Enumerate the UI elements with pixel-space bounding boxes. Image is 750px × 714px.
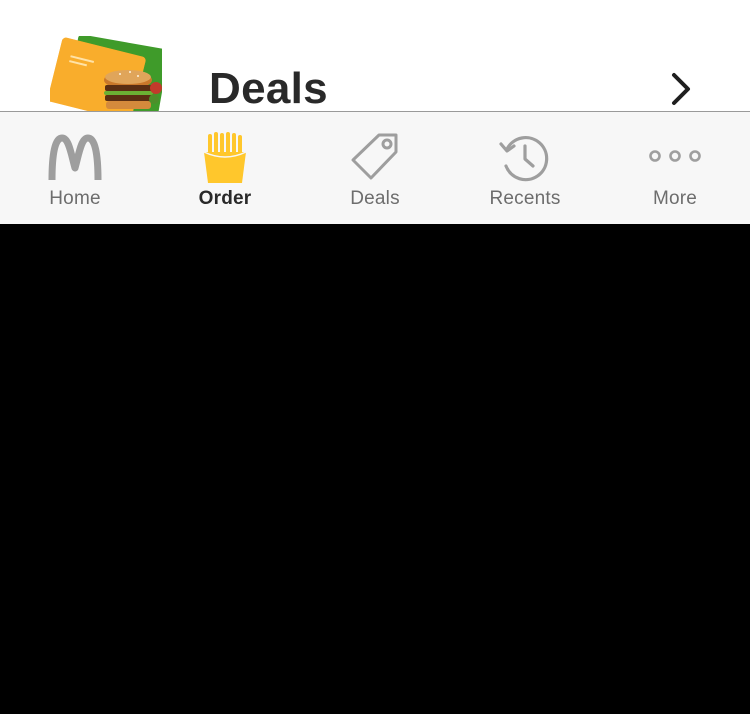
tab-home[interactable]: Home (0, 112, 150, 224)
chevron-right-icon[interactable] (668, 72, 694, 106)
deals-burger-card-image (50, 36, 162, 111)
deals-title: Deals (209, 64, 328, 111)
tab-more[interactable]: More (600, 112, 750, 224)
tab-order[interactable]: Order (150, 112, 300, 224)
tab-deals[interactable]: Deals (300, 112, 450, 224)
tag-icon (351, 133, 398, 180)
fries-icon (203, 132, 247, 183)
tab-recents-label: Recents (489, 188, 561, 209)
tab-deals-label: Deals (350, 188, 400, 209)
more-dots-icon (649, 150, 701, 162)
history-icon (499, 136, 549, 182)
tab-order-label: Order (198, 188, 252, 209)
deals-row[interactable]: Deals (0, 0, 750, 111)
golden-arches-icon (48, 134, 102, 181)
tab-more-label: More (652, 188, 698, 209)
deals-section: Deals (0, 0, 750, 111)
tab-recents[interactable]: Recents (450, 112, 600, 224)
bottom-tab-bar: Home Order Deals Recents More (0, 111, 750, 224)
tab-home-label: Home (49, 188, 101, 209)
blank-screen-area (0, 224, 750, 714)
